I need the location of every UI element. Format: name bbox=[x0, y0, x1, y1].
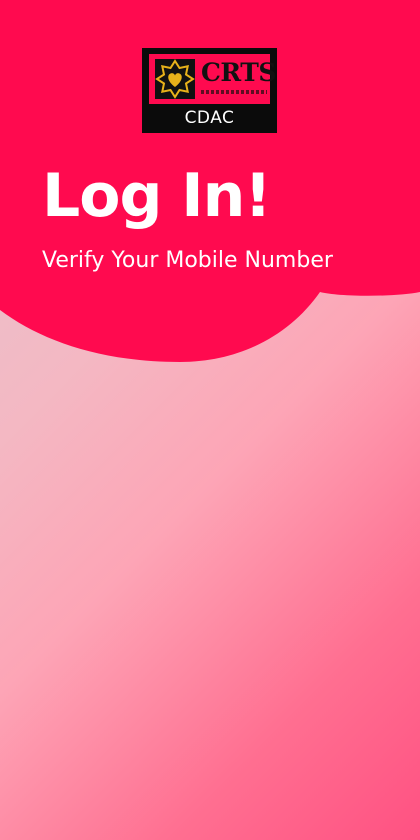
logo-wordmark: CRTS bbox=[201, 58, 276, 87]
page-subtitle: Verify Your Mobile Number bbox=[42, 248, 333, 273]
page-title: Log In! bbox=[42, 161, 272, 231]
logo-tagline bbox=[201, 90, 267, 94]
logo-caption: CDAC bbox=[184, 108, 235, 128]
heart-star-emblem-icon bbox=[155, 59, 195, 99]
login-screen: CRTS CDAC Log In! Verify Your Mobile Num… bbox=[0, 0, 420, 840]
logo-top-panel: CRTS bbox=[149, 54, 276, 104]
crts-logo: CRTS CDAC bbox=[142, 48, 277, 133]
